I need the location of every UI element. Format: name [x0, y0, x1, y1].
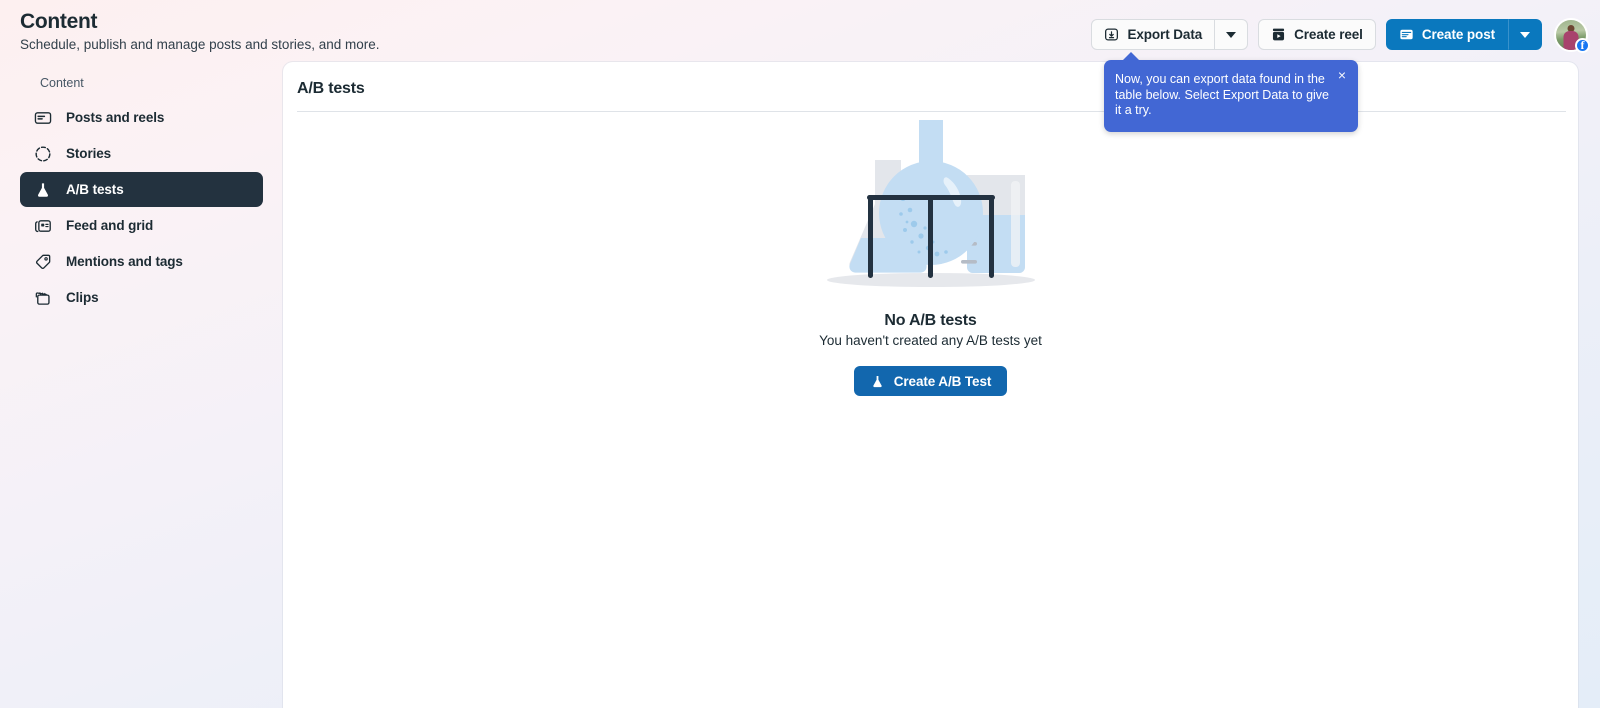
sidebar-item-label: Clips	[66, 290, 99, 305]
chevron-down-icon	[1226, 32, 1236, 38]
sidebar-item-label: Feed and grid	[66, 218, 153, 233]
sidebar-item-clips[interactable]: Clips	[20, 280, 263, 315]
sidebar-item-label: Posts and reels	[66, 110, 164, 125]
export-data-tooltip: Now, you can export data found in the ta…	[1104, 60, 1358, 132]
posts-icon	[34, 109, 52, 127]
create-post-dropdown-button[interactable]	[1508, 19, 1542, 50]
reel-icon	[1271, 27, 1286, 42]
empty-state: No A/B tests You haven't created any A/B…	[283, 102, 1578, 396]
clips-icon	[34, 289, 52, 307]
content-panel: A/B tests	[283, 62, 1578, 708]
panel-title: A/B tests	[283, 62, 1578, 98]
empty-state-title: No A/B tests	[884, 312, 976, 330]
tooltip-arrow	[1122, 52, 1140, 61]
create-post-label: Create post	[1422, 27, 1495, 42]
facebook-badge-icon: f	[1575, 38, 1590, 53]
empty-state-subtitle: You haven't created any A/B tests yet	[819, 333, 1042, 348]
sidebar-item-feed-and-grid[interactable]: Feed and grid	[20, 208, 263, 243]
sidebar-item-stories[interactable]: Stories	[20, 136, 263, 171]
sidebar-item-label: Mentions and tags	[66, 254, 183, 269]
export-data-label: Export Data	[1127, 27, 1202, 42]
export-data-button[interactable]: Export Data	[1091, 19, 1215, 50]
flask-icon	[870, 374, 885, 389]
chevron-down-icon	[1520, 32, 1530, 38]
profile-avatar[interactable]: f	[1554, 18, 1588, 52]
export-data-button-group: Export Data	[1091, 19, 1248, 50]
sidebar-item-label: A/B tests	[66, 182, 124, 197]
tooltip-text: Now, you can export data found in the ta…	[1115, 72, 1329, 117]
sidebar: Content Posts and reels Stories A/B test…	[0, 62, 283, 708]
create-ab-test-label: Create A/B Test	[894, 374, 992, 389]
lab-glassware-illustration	[815, 102, 1047, 302]
stories-circle-icon	[34, 145, 52, 163]
post-icon	[1399, 27, 1414, 42]
sidebar-item-posts-and-reels[interactable]: Posts and reels	[20, 100, 263, 135]
sidebar-item-ab-tests[interactable]: A/B tests	[20, 172, 263, 207]
download-box-icon	[1104, 27, 1119, 42]
create-post-button[interactable]: Create post	[1386, 19, 1508, 50]
close-icon[interactable]: ×	[1334, 68, 1350, 84]
create-reel-label: Create reel	[1294, 27, 1363, 42]
sidebar-item-label: Stories	[66, 146, 111, 161]
sidebar-item-mentions-and-tags[interactable]: Mentions and tags	[20, 244, 263, 279]
create-reel-button[interactable]: Create reel	[1258, 19, 1376, 50]
create-post-button-group: Create post	[1386, 19, 1542, 50]
export-data-dropdown-button[interactable]	[1215, 19, 1248, 50]
sidebar-section-label: Content	[20, 72, 263, 100]
feed-grid-icon	[34, 217, 52, 235]
tag-icon	[34, 253, 52, 271]
create-ab-test-button[interactable]: Create A/B Test	[854, 366, 1008, 396]
header-toolbar: Export Data Create reel Create post	[1091, 19, 1588, 50]
flask-icon	[34, 181, 52, 199]
